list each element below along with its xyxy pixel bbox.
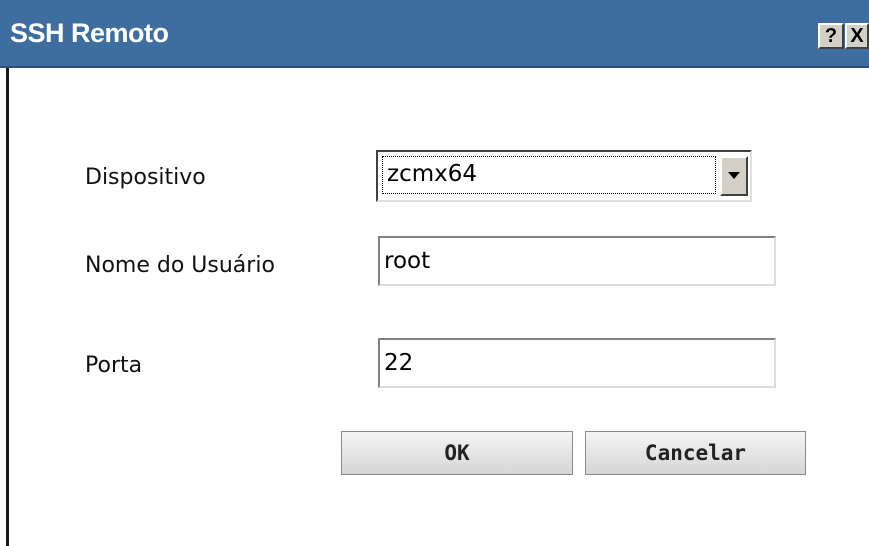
- port-field[interactable]: 22: [378, 338, 776, 388]
- device-select-value: zcmx64: [382, 156, 716, 194]
- help-icon: ?: [824, 24, 838, 47]
- dialog-titlebar: SSH Remoto ? X: [0, 0, 869, 68]
- close-button[interactable]: X: [845, 23, 869, 49]
- dialog-left-border: [6, 68, 9, 546]
- dialog-title: SSH Remoto: [10, 18, 169, 48]
- ssh-remote-dialog: SSH Remoto ? X Dispositivo zcmx64 Nome d…: [0, 0, 869, 546]
- device-label: Dispositivo: [85, 165, 206, 190]
- port-label: Porta: [85, 353, 143, 378]
- cancel-button[interactable]: Cancelar: [585, 431, 806, 475]
- username-label: Nome do Usuário: [85, 253, 275, 278]
- device-select[interactable]: zcmx64: [376, 150, 752, 202]
- username-field[interactable]: root: [378, 236, 776, 286]
- chevron-down-icon: [728, 172, 740, 179]
- dropdown-arrow-button[interactable]: [720, 156, 748, 196]
- ok-button[interactable]: OK: [341, 431, 573, 475]
- close-icon: X: [850, 24, 864, 47]
- help-button[interactable]: ?: [818, 23, 844, 49]
